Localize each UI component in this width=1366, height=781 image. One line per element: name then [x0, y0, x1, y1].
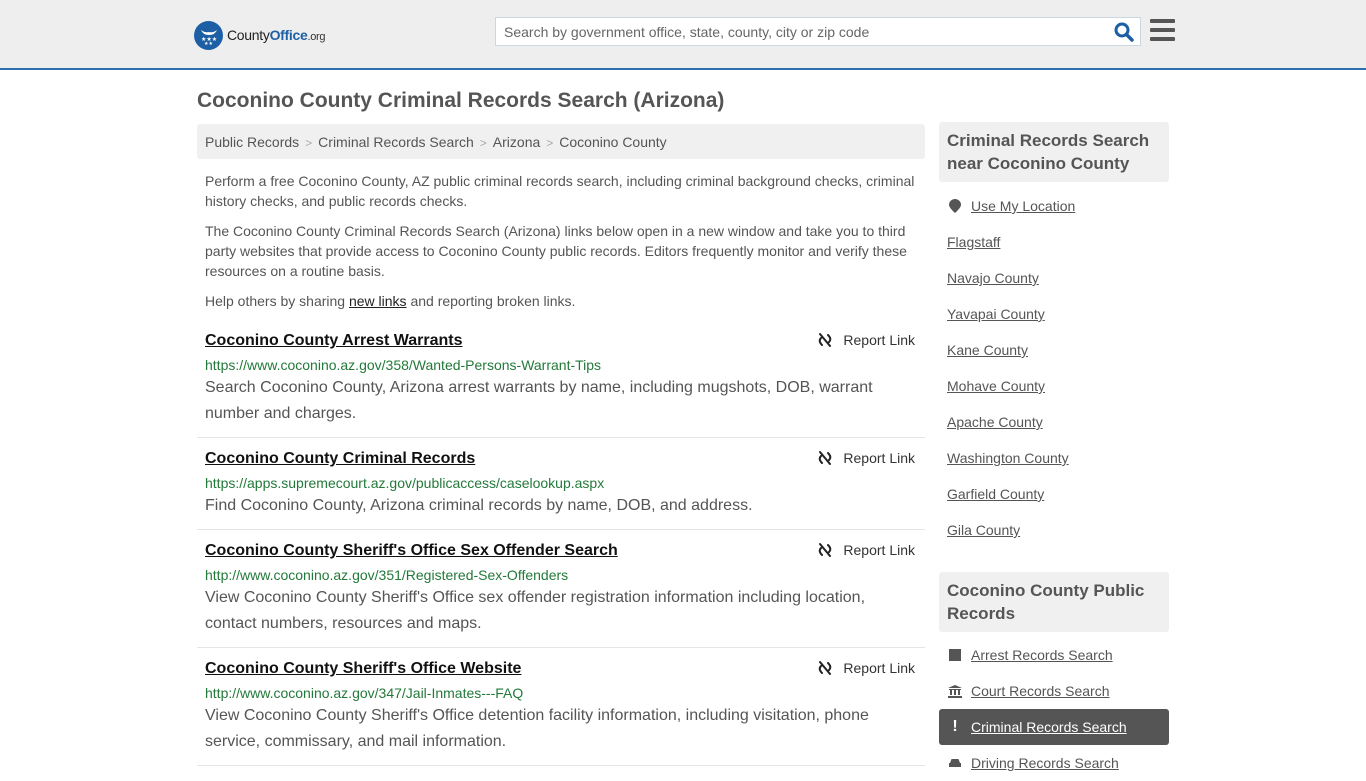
site-logo[interactable]: ★★★ ★★ CountyOffice.org [194, 20, 326, 50]
breadcrumb-coconino-county[interactable]: Coconino County [559, 134, 666, 150]
report-link-button[interactable]: Report Link [817, 542, 915, 558]
nearby-link[interactable]: Kane County [947, 340, 1028, 360]
nearby-link[interactable]: Mohave County [947, 376, 1045, 396]
intro-paragraph: Perform a free Coconino County, AZ publi… [205, 173, 915, 209]
sidebar-item-washington-county: Washington County [947, 440, 1161, 476]
nearby-link[interactable]: Yavapai County [947, 304, 1045, 324]
breadcrumb-arizona[interactable]: Arizona [493, 134, 540, 150]
sidebar-heading: Coconino County Public Records [939, 572, 1169, 632]
nearby-link[interactable]: Apache County [947, 412, 1043, 432]
breadcrumb-public-records[interactable]: Public Records [205, 134, 299, 150]
sidebar-item-driving-records: Driving Records Search [947, 745, 1161, 781]
sidebar-item-arrest-records: Arrest Records Search [947, 637, 1161, 673]
result-description: View Coconino County Sheriff's Office se… [205, 589, 866, 632]
public-records-link[interactable]: Criminal Records Search [971, 717, 1127, 737]
report-link-button[interactable]: Report Link [817, 332, 915, 348]
sidebar-public-records: Coconino County Public Records Arrest Re… [939, 572, 1169, 781]
broken-link-icon [819, 661, 832, 675]
nearby-link[interactable]: Garfield County [947, 484, 1044, 504]
site-search [495, 17, 1141, 46]
result-title-link[interactable]: Coconino County Criminal Records [205, 448, 475, 470]
result-item: Coconino County Criminal Records Report … [197, 438, 925, 530]
result-item: Coconino County Sheriff's Office Sex Off… [197, 530, 925, 648]
sidebar-item-garfield-county: Garfield County [947, 476, 1161, 512]
search-icon[interactable] [1114, 22, 1134, 42]
result-description: View Coconino County Sheriff's Office de… [205, 707, 869, 750]
site-header: ★★★ ★★ CountyOffice.org [0, 0, 1366, 70]
breadcrumb: Public Records > Criminal Records Search > A… [197, 124, 925, 159]
result-url: http://www.coconino.az.gov/351/Registere… [205, 567, 569, 583]
use-my-location-link[interactable]: Use My Location [971, 196, 1075, 216]
public-records-link[interactable]: Arrest Records Search [971, 645, 1113, 665]
sidebar-nearby: Criminal Records Search near Coconino Co… [939, 122, 1169, 548]
svg-text:★★: ★★ [204, 41, 213, 46]
sidebar-item-criminal-records-active: ! Criminal Records Search [939, 709, 1169, 745]
exclamation-icon: ! [952, 718, 958, 735]
result-item: Coconino County Arrest Warrants Report L… [197, 328, 925, 438]
result-url: https://www.coconino.az.gov/358/Wanted-P… [205, 357, 602, 373]
intro-text: Perform a free Coconino County, AZ publi… [205, 171, 920, 321]
result-url: http://www.coconino.az.gov/347/Jail-Inma… [205, 685, 524, 701]
search-input[interactable] [496, 18, 1106, 45]
breadcrumb-separator: > [305, 136, 313, 150]
sidebar-item-apache-county: Apache County [947, 404, 1161, 440]
sidebar-item-flagstaff: Flagstaff [947, 224, 1161, 260]
sidebar-item-kane-county: Kane County [947, 332, 1161, 368]
square-icon [947, 649, 963, 661]
result-title-link[interactable]: Coconino County Sheriff's Office Sex Off… [205, 540, 618, 562]
result-description: Find Coconino County, Arizona criminal r… [205, 497, 753, 514]
results-list: Coconino County Arrest Warrants Report L… [197, 328, 925, 766]
result-item: Coconino County Sheriff's Office Website… [197, 648, 925, 766]
public-records-link[interactable]: Driving Records Search [971, 753, 1119, 773]
report-link-button[interactable]: Report Link [817, 450, 915, 466]
share-links-paragraph: Help others by sharing new links and rep… [205, 293, 576, 309]
result-url: https://apps.supremecourt.az.gov/publica… [205, 475, 605, 491]
result-description: Search Coconino County, Arizona arrest w… [205, 379, 873, 422]
nearby-link[interactable]: Flagstaff [947, 232, 1000, 252]
page-title: Coconino County Criminal Records Search … [197, 89, 725, 112]
sidebar-heading: Criminal Records Search near Coconino Co… [939, 122, 1169, 182]
intro-paragraph: The Coconino County Criminal Records Sea… [205, 223, 907, 279]
nearby-link[interactable]: Navajo County [947, 268, 1039, 288]
nearby-link[interactable]: Washington County [947, 448, 1069, 468]
public-records-link[interactable]: Court Records Search [971, 681, 1110, 701]
nearby-link[interactable]: Gila County [947, 520, 1020, 540]
result-title-link[interactable]: Coconino County Arrest Warrants [205, 330, 463, 352]
eagle-logo-icon: ★★★ ★★ [194, 20, 223, 50]
result-title-link[interactable]: Coconino County Sheriff's Office Website [205, 658, 521, 680]
map-pin-icon [947, 199, 963, 213]
report-link-button[interactable]: Report Link [817, 660, 915, 676]
breadcrumb-separator: > [546, 136, 554, 150]
broken-link-icon [819, 333, 832, 347]
sidebar-item-yavapai-county: Yavapai County [947, 296, 1161, 332]
car-icon [947, 757, 963, 769]
logo-text: CountyOffice.org [227, 27, 326, 43]
sidebar-item-court-records: Court Records Search [947, 673, 1161, 709]
sidebar-item-mohave-county: Mohave County [947, 368, 1161, 404]
sidebar-item-gila-county: Gila County [947, 512, 1161, 548]
sidebar-item-navajo-county: Navajo County [947, 260, 1161, 296]
breadcrumb-separator: > [479, 136, 487, 150]
new-links-link[interactable]: new links [349, 293, 407, 309]
broken-link-icon [819, 451, 832, 465]
use-my-location-item: Use My Location [947, 188, 1161, 224]
hamburger-menu-icon[interactable] [1150, 19, 1175, 41]
broken-link-icon [819, 543, 832, 557]
breadcrumb-criminal-records-search[interactable]: Criminal Records Search [318, 134, 474, 150]
courthouse-icon [947, 684, 963, 698]
